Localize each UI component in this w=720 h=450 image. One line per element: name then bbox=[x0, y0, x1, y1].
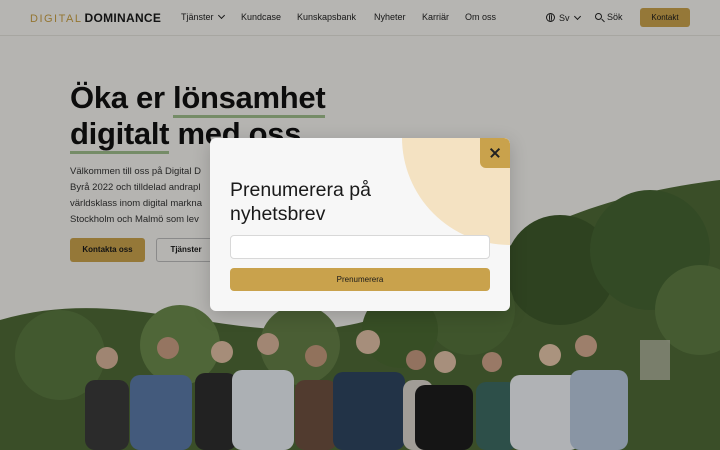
close-icon[interactable] bbox=[480, 138, 510, 168]
modal-title: Prenumerera på nyhetsbrev bbox=[230, 179, 371, 225]
subscribe-button[interactable]: Prenumerera bbox=[230, 268, 490, 291]
newsletter-modal: Prenumerera på nyhetsbrev Prenumerera bbox=[210, 138, 510, 311]
email-field[interactable] bbox=[230, 235, 490, 259]
